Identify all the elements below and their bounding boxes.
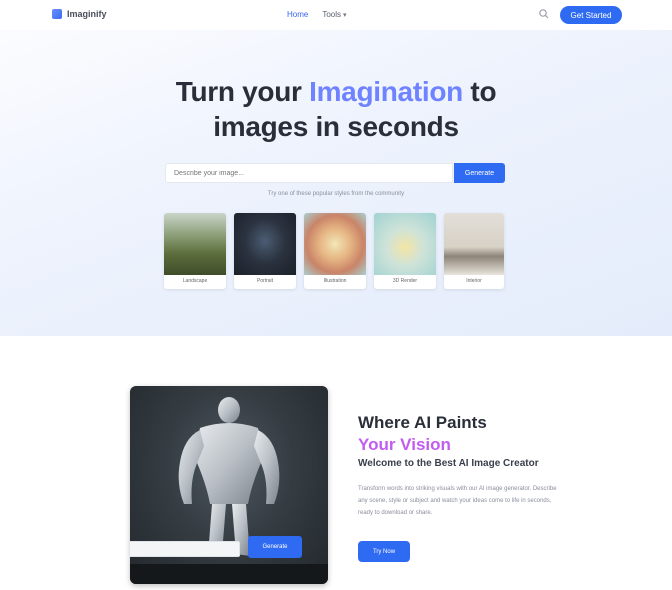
feature-heading-line2: Your Vision (358, 435, 451, 454)
gallery-image (304, 213, 366, 275)
gallery-image (164, 213, 226, 275)
prompt-bar: Generate (165, 163, 505, 183)
gallery-image (234, 213, 296, 275)
top-nav: Imaginify Home Tools ▾ Get Started (0, 0, 672, 30)
gallery-card-label: Portrait (256, 278, 274, 284)
hero-title-accent: Imagination (309, 76, 463, 107)
nav-link-tools-label: Tools (322, 10, 342, 19)
try-now-button[interactable]: Try Now (358, 541, 410, 562)
hero-title: Turn your Imagination to images in secon… (0, 74, 672, 144)
hint-text: Try one of these popular styles from the… (267, 191, 405, 197)
feature-heading-line1: Where AI Paints (358, 413, 487, 432)
feature-subheading: Welcome to the Best AI Image Creator (358, 458, 539, 469)
hero-title-part2: to (462, 76, 497, 107)
hero-section: Turn your Imagination to images in secon… (0, 30, 672, 336)
feature-description: Transform words into striking visuals wi… (358, 486, 557, 516)
overlay-generate-button: Generate (248, 536, 302, 558)
gallery-card-portrait[interactable]: Portrait (234, 213, 296, 289)
gallery-image (374, 213, 436, 275)
overlay-prompt-field (130, 541, 240, 557)
gallery-card-illustration[interactable]: Illustration (304, 213, 366, 289)
logo-text: Imaginify (67, 9, 107, 19)
search-icon[interactable] (538, 8, 550, 20)
chevron-down-icon: ▾ (343, 12, 347, 19)
logo[interactable]: Imaginify (52, 9, 107, 19)
gallery-card-label: Interior (466, 278, 482, 284)
gallery-image (444, 213, 504, 275)
nav-links: Home Tools ▾ (287, 10, 347, 19)
gallery-card-3d-render[interactable]: 3D Render (374, 213, 436, 289)
hero-title-line2: images in seconds (213, 111, 459, 142)
gallery-card-label: Illustration (323, 278, 347, 284)
nav-link-home[interactable]: Home (287, 10, 308, 19)
feature-text: Where AI Paints Your Vision Welcome to t… (358, 412, 578, 519)
prompt-input[interactable] (165, 163, 453, 183)
nav-link-tools[interactable]: Tools ▾ (322, 10, 346, 19)
hero-title-part1: Turn your (175, 76, 310, 107)
generate-button[interactable]: Generate (454, 163, 505, 183)
example-gallery: Landscape Portrait Illustration 3D Rende… (164, 213, 504, 289)
feature-preview-image: Generate (130, 386, 328, 584)
gallery-card-label: Landscape (182, 278, 208, 284)
gallery-card-label: 3D Render (392, 278, 418, 284)
get-started-button[interactable]: Get Started (560, 6, 622, 24)
gallery-card-interior[interactable]: Interior (444, 213, 504, 289)
logo-mark-icon (52, 9, 62, 19)
gallery-card-landscape[interactable]: Landscape (164, 213, 226, 289)
